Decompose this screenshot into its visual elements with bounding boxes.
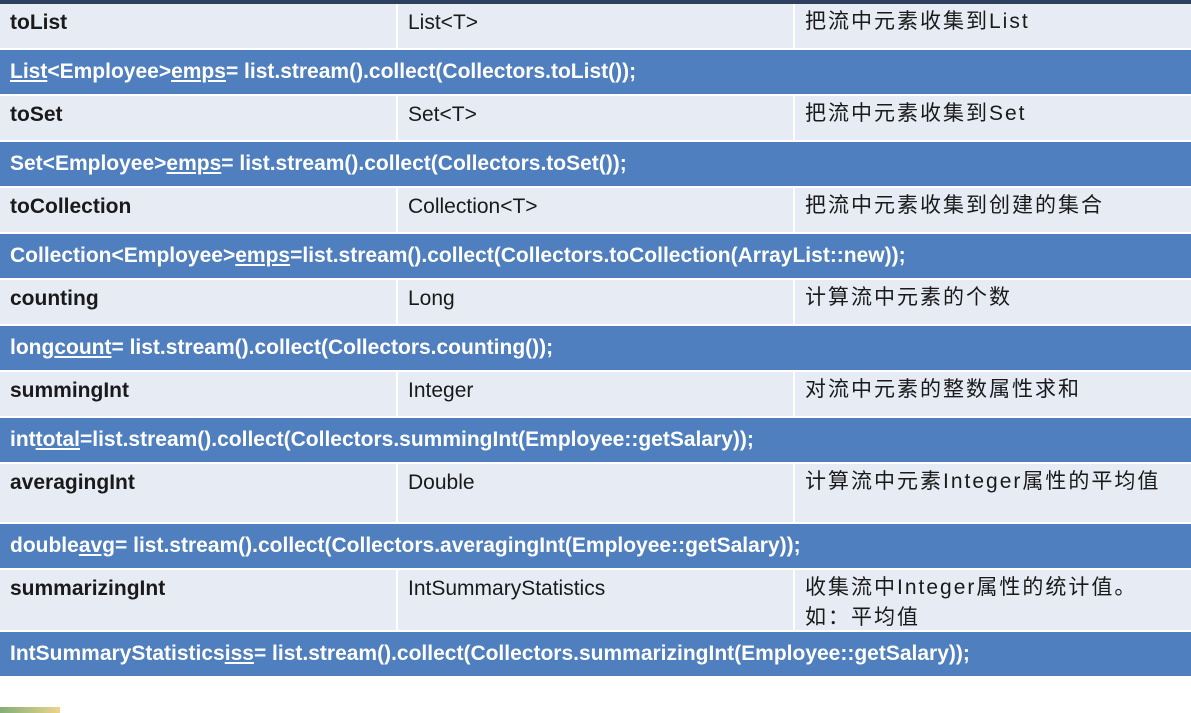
code-part: =list.stream().collect(Collectors.summin…	[79, 428, 754, 451]
code-example: long count = list.stream().collect(Colle…	[0, 326, 1191, 372]
code-part: long	[10, 336, 55, 359]
code-part: double	[10, 534, 79, 557]
code-part: List	[10, 60, 48, 83]
method-name: toList	[0, 4, 398, 48]
table-row: summingInt Integer 对流中元素的整数属性求和	[0, 372, 1191, 418]
method-name: summingInt	[0, 372, 398, 416]
method-description: 计算流中元素Integer属性的平均值	[805, 470, 1161, 493]
code-part: emps	[166, 152, 222, 175]
code-example: int total =list.stream().collect(Collector…	[0, 418, 1191, 464]
method-name: averagingInt	[0, 464, 398, 522]
method-description: 对流中元素的整数属性求和	[805, 378, 1081, 401]
code-example: IntSummaryStatistics iss = list.stream().c…	[0, 632, 1191, 678]
method-name: toSet	[0, 96, 398, 140]
code-part: IntSummaryStatistics	[10, 642, 225, 665]
code-part: count	[54, 336, 112, 359]
code-part: Collection<Employee>	[10, 244, 236, 267]
code-part: emps	[171, 60, 226, 83]
code-part: = list.stream().collect(Collectors.avera…	[115, 534, 801, 557]
code-example: Collection<Employee> emps =list.stream().c…	[0, 234, 1191, 280]
method-description: 把流中元素收集到List	[805, 10, 1030, 33]
code-part: emps	[235, 244, 291, 267]
code-part: avg	[78, 534, 116, 557]
method-name: summarizingInt	[0, 570, 398, 630]
code-part: = list.stream().collect(Collectors.count…	[111, 336, 554, 359]
method-description: 计算流中元素的个数	[805, 286, 1012, 309]
code-part: Set<Employee>	[10, 152, 167, 175]
collectors-table: toList List<T> 把流中元素收集到List List <Employe…	[0, 4, 1191, 678]
return-type: List<T>	[398, 4, 795, 48]
return-type: IntSummaryStatistics	[398, 570, 795, 630]
method-description: 把流中元素收集到创建的集合	[805, 194, 1104, 217]
code-part: int	[10, 428, 36, 451]
code-example: Set<Employee> emps = list.stream().collec…	[0, 142, 1191, 188]
code-part: = list.stream().collect(Collectors.toSet…	[221, 152, 627, 175]
code-part: = list.stream().collect(Collectors.toLis…	[225, 60, 637, 83]
table-row: counting Long 计算流中元素的个数	[0, 280, 1191, 326]
method-description: 收集流中Integer属性的统计值。如：平均值	[805, 576, 1138, 629]
return-type: Integer	[398, 372, 795, 416]
code-part: total	[35, 428, 80, 451]
code-part: <Employee>	[47, 60, 172, 83]
table-row: toList List<T> 把流中元素收集到List	[0, 4, 1191, 50]
code-part: = list.stream().collect(Collectors.summa…	[253, 642, 970, 665]
table-row: toSet Set<T> 把流中元素收集到Set	[0, 96, 1191, 142]
table-row: toCollection Collection<T> 把流中元素收集到创建的集合	[0, 188, 1191, 234]
method-name: toCollection	[0, 188, 398, 232]
corner-decoration	[0, 707, 60, 713]
method-description: 把流中元素收集到Set	[805, 102, 1027, 125]
code-example: double avg = list.stream().collect(Collect…	[0, 524, 1191, 570]
return-type: Double	[398, 464, 795, 522]
code-part: iss	[224, 642, 254, 665]
return-type: Long	[398, 280, 795, 324]
table-row: averagingInt Double 计算流中元素Integer属性的平均值	[0, 464, 1191, 524]
method-name: counting	[0, 280, 398, 324]
return-type: Set<T>	[398, 96, 795, 140]
table-row: summarizingInt IntSummaryStatistics 收集流中…	[0, 570, 1191, 632]
code-example: List <Employee> emps = list.stream().colle…	[0, 50, 1191, 96]
return-type: Collection<T>	[398, 188, 795, 232]
code-part: =list.stream().collect(Collectors.toColl…	[290, 244, 906, 267]
